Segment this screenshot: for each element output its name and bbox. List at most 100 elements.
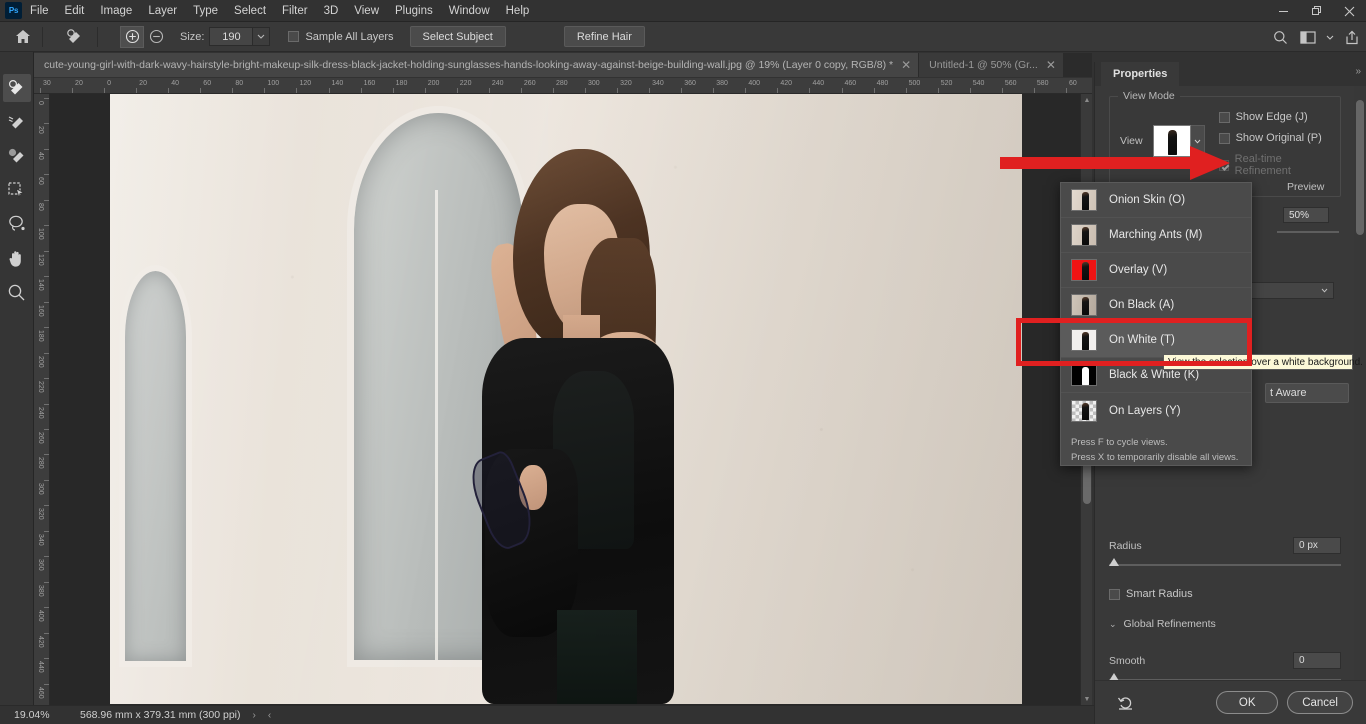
search-icon[interactable] [1266, 23, 1294, 51]
menu-type[interactable]: Type [185, 2, 226, 20]
ruler-tick [232, 88, 234, 93]
minimize-button[interactable] [1267, 0, 1300, 22]
ruler-tick-label: 30 [43, 80, 51, 87]
dropdown-hint-line-2: Press X to temporarily disable all views… [1071, 452, 1239, 463]
smart-radius-checkbox[interactable]: Smart Radius [1109, 588, 1355, 600]
subtract-from-selection-icon[interactable] [144, 26, 168, 48]
skirt [556, 609, 638, 704]
chevron-down-icon[interactable] [1322, 23, 1338, 51]
menu-help[interactable]: Help [498, 2, 538, 20]
ruler-tick-label: 240 [491, 80, 504, 87]
cancel-button[interactable]: Cancel [1287, 691, 1353, 714]
select-subject-button[interactable]: Select Subject [409, 26, 506, 47]
ruler-tick-label: 400 [37, 610, 44, 622]
dropdown-item-on-black[interactable]: On Black (A) [1061, 288, 1251, 323]
menu-select[interactable]: Select [226, 2, 274, 20]
menu-edit[interactable]: Edit [57, 2, 93, 20]
preview-opacity-track[interactable] [1277, 231, 1339, 233]
object-selection-tool[interactable] [3, 176, 31, 204]
menu-view[interactable]: View [346, 2, 387, 20]
zoom-level[interactable]: 19.04% [14, 709, 70, 721]
menu-file[interactable]: File [22, 2, 57, 20]
quick-selection-tool[interactable] [2, 74, 31, 102]
global-refinements-header[interactable]: ⌄ Global Refinements [1109, 618, 1341, 630]
view-mode-title: View Mode [1118, 90, 1180, 102]
show-edge-checkbox[interactable]: Show Edge (J) [1218, 111, 1330, 123]
workspace-icon[interactable] [1294, 23, 1322, 51]
close-icon[interactable]: ✕ [901, 59, 911, 71]
status-expand-icon[interactable]: › [253, 710, 256, 721]
on-layers-thumbnail-icon [1071, 399, 1097, 422]
refine-hair-button[interactable]: Refine Hair [563, 26, 645, 47]
ruler-tick [809, 88, 811, 93]
dropdown-item-marching-ants[interactable]: Marching Ants (M) [1061, 218, 1251, 253]
show-original-checkbox[interactable]: Show Original (P) [1218, 132, 1330, 144]
ruler-tick [873, 88, 875, 93]
radius-slider-knob[interactable] [1109, 558, 1119, 566]
canvas-area[interactable] [50, 94, 1092, 705]
ruler-tick [649, 88, 651, 93]
ruler-tick [44, 581, 49, 583]
ruler-tick-label: 240 [37, 406, 44, 419]
quick-selection-preset-icon[interactable] [61, 25, 91, 49]
view-mode-selector[interactable] [1152, 125, 1205, 157]
scroll-down-icon[interactable]: ▼ [1081, 693, 1093, 705]
edge-detection-select[interactable] [1240, 282, 1334, 299]
dropdown-item-on-layers[interactable]: On Layers (Y) [1061, 393, 1251, 428]
home-icon[interactable] [10, 25, 36, 49]
lasso-tool[interactable] [3, 210, 31, 238]
chevron-down-icon[interactable] [1190, 125, 1205, 157]
close-button[interactable] [1333, 0, 1366, 22]
close-icon[interactable]: ✕ [1046, 59, 1056, 71]
refine-edge-brush-tool[interactable] [3, 108, 31, 136]
zoom-tool[interactable] [3, 278, 31, 306]
double-chevron-icon[interactable]: » [1355, 66, 1361, 77]
scroll-up-icon[interactable]: ▲ [1081, 94, 1093, 106]
on-black-thumbnail-icon [1071, 294, 1097, 316]
ruler-tick [937, 88, 939, 93]
menu-image[interactable]: Image [92, 2, 140, 20]
radius-slider-track[interactable] [1109, 558, 1341, 566]
view-mode-dropdown[interactable]: Onion Skin (O) Marching Ants (M) Overlay… [1060, 182, 1252, 466]
reset-icon[interactable] [1113, 691, 1139, 715]
tab-properties[interactable]: Properties [1101, 62, 1180, 86]
hand-tool[interactable] [3, 244, 31, 272]
radius-input[interactable]: 0 px [1293, 537, 1341, 554]
menu-layer[interactable]: Layer [140, 2, 185, 20]
properties-scroll-thumb[interactable] [1356, 100, 1364, 235]
document-tab-active[interactable]: cute-young-girl-with-dark-wavy-hairstyle… [34, 53, 920, 77]
menu-plugins[interactable]: Plugins [387, 2, 441, 20]
ruler-tick-label: 560 [1004, 80, 1017, 87]
size-chevron-down-icon[interactable] [253, 27, 271, 46]
chevron-down-icon[interactable]: ⌄ [1109, 619, 1117, 630]
add-to-selection-icon[interactable] [120, 25, 144, 48]
thumb-figure [1082, 262, 1090, 280]
share-icon[interactable] [1338, 23, 1366, 51]
ruler-tick-label: 420 [780, 80, 793, 87]
menu-3d[interactable]: 3D [316, 2, 347, 20]
menu-filter[interactable]: Filter [274, 2, 316, 20]
dropdown-item-overlay[interactable]: Overlay (V) [1061, 253, 1251, 288]
restore-button[interactable] [1300, 0, 1333, 22]
ok-button[interactable]: OK [1216, 691, 1279, 714]
ruler-tick-label: 360 [684, 80, 696, 87]
tab-title: Untitled-1 @ 50% (Gr... [929, 59, 1038, 71]
dropdown-item-onion-skin[interactable]: Onion Skin (O) [1061, 183, 1251, 218]
ruler-tick [1033, 88, 1035, 93]
size-input[interactable]: 190 [209, 27, 254, 46]
brush-tool[interactable] [3, 142, 31, 170]
preview-opacity-input[interactable]: 50% [1283, 207, 1329, 223]
document-tab-untitled[interactable]: Untitled-1 @ 50% (Gr... ✕ [919, 53, 1064, 77]
tooltip: View the selection over a white backgrou… [1163, 354, 1363, 370]
object-aware-button[interactable]: t Aware [1265, 383, 1349, 403]
dropdown-item-on-white[interactable]: On White (T) [1061, 323, 1251, 358]
view-mode-thumbnail[interactable] [1152, 125, 1191, 157]
ruler-tick-label: 540 [972, 80, 985, 87]
properties-scrollbar[interactable] [1354, 86, 1366, 691]
document-image[interactable] [110, 94, 1022, 704]
status-collapse-icon[interactable]: ‹ [268, 710, 271, 721]
panel-tab-strip: Properties » [1095, 62, 1366, 86]
sample-all-layers-checkbox[interactable]: Sample All Layers [288, 31, 394, 43]
menu-window[interactable]: Window [441, 2, 498, 20]
smooth-input[interactable]: 0 [1293, 652, 1341, 669]
